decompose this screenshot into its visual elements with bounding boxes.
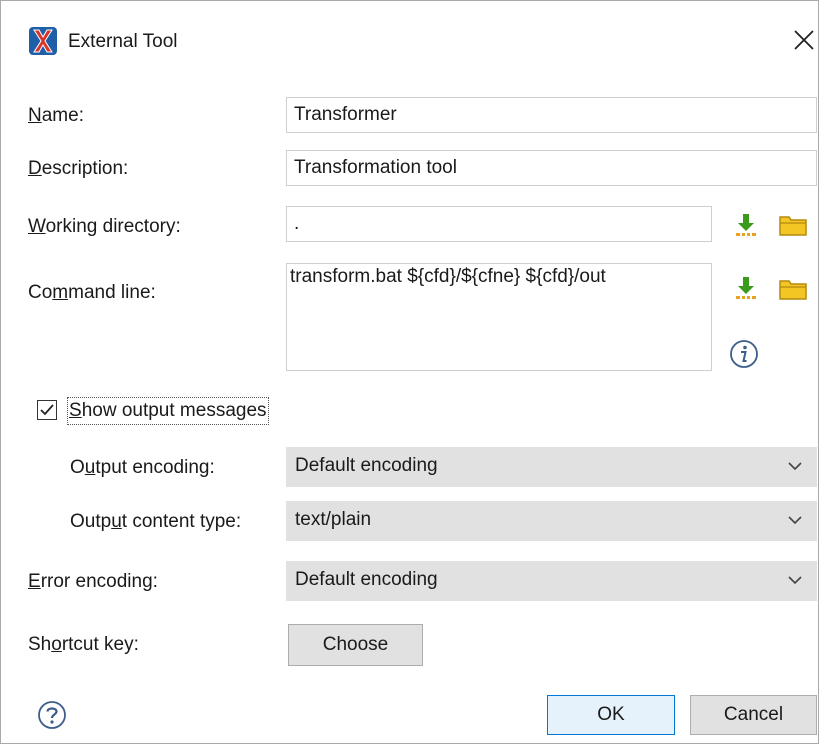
description-input[interactable]: Transformation tool: [286, 150, 817, 186]
working-directory-label: Working directory:: [28, 216, 181, 237]
oxygen-x-icon: [29, 27, 57, 55]
output-content-type-value: text/plain: [295, 509, 372, 530]
show-output-label[interactable]: Show output messages: [67, 397, 269, 425]
output-content-type-select[interactable]: text/plain: [286, 501, 817, 541]
output-content-type-label: Output content type:: [70, 511, 242, 532]
choose-shortcut-button[interactable]: Choose: [288, 624, 423, 666]
download-arrow-icon[interactable]: [734, 275, 758, 301]
output-encoding-select[interactable]: Default encoding: [286, 447, 817, 487]
error-encoding-label: Error encoding:: [28, 571, 158, 592]
help-icon[interactable]: [37, 700, 67, 730]
show-output-checkbox[interactable]: [37, 400, 57, 420]
command-line-label: Command line:: [28, 282, 156, 303]
name-input[interactable]: Transformer: [286, 97, 817, 133]
chevron-down-icon: [788, 576, 802, 585]
description-label: Description:: [28, 158, 129, 179]
working-directory-input[interactable]: .: [286, 206, 712, 242]
chevron-down-icon: [788, 516, 802, 525]
output-encoding-label: Output encoding:: [70, 457, 215, 478]
folder-icon[interactable]: [779, 278, 807, 300]
chevron-down-icon: [788, 462, 802, 471]
folder-icon[interactable]: [779, 214, 807, 236]
name-label: Name:: [28, 105, 84, 126]
shortcut-key-label: Shortcut key:: [28, 634, 139, 655]
external-tool-dialog: External Tool Name: Transformer Descript…: [0, 0, 819, 744]
command-line-textarea[interactable]: transform.bat ${cfd}/${cfne} ${cfd}/out: [286, 263, 712, 371]
error-encoding-value: Default encoding: [295, 569, 438, 590]
info-icon[interactable]: [729, 339, 759, 369]
close-icon[interactable]: [791, 27, 817, 53]
dialog-title: External Tool: [68, 31, 178, 52]
ok-button[interactable]: OK: [547, 695, 675, 735]
cancel-button[interactable]: Cancel: [690, 695, 817, 735]
output-encoding-value: Default encoding: [295, 455, 438, 476]
error-encoding-select[interactable]: Default encoding: [286, 561, 817, 601]
checkmark-icon: [40, 404, 54, 416]
download-arrow-icon[interactable]: [734, 212, 758, 238]
